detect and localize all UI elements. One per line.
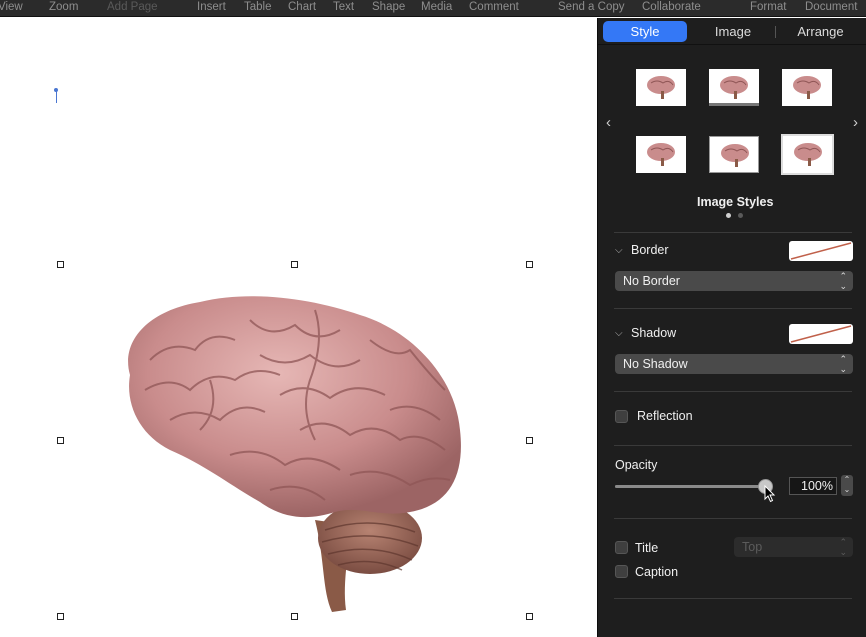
- resize-handle-top-right[interactable]: [526, 261, 533, 268]
- chevron-right-icon[interactable]: ›: [853, 114, 858, 131]
- title-position-popup[interactable]: Top ⌃ ⌄: [734, 537, 853, 557]
- divider: [614, 391, 852, 392]
- border-style-value: No Border: [623, 274, 680, 288]
- title-checkbox[interactable]: [615, 541, 628, 554]
- shadow-label[interactable]: Shadow: [631, 326, 676, 340]
- tab-divider: [598, 44, 866, 45]
- chevron-left-icon[interactable]: ‹: [606, 114, 611, 131]
- toolbar-document[interactable]: Document: [805, 1, 857, 13]
- toolbar-media[interactable]: Media: [421, 1, 452, 13]
- tab-style[interactable]: Style: [603, 21, 687, 42]
- toolbar-format[interactable]: Format: [750, 1, 786, 13]
- resize-handle-top[interactable]: [291, 261, 298, 268]
- reflection-checkbox[interactable]: [615, 410, 628, 423]
- chevron-down-icon[interactable]: ⌵: [615, 328, 623, 339]
- resize-handle-bottom-left[interactable]: [57, 613, 64, 620]
- title-label[interactable]: Title: [635, 541, 658, 555]
- border-label[interactable]: Border: [631, 243, 669, 257]
- tab-arrange[interactable]: Arrange: [779, 21, 862, 42]
- toolbar-shape[interactable]: Shape: [372, 1, 405, 13]
- resize-handle-left[interactable]: [57, 437, 64, 444]
- updown-chevron-icon: ⌃ ⌄: [839, 537, 847, 557]
- toolbar-comment[interactable]: Comment: [469, 1, 519, 13]
- image-style-4[interactable]: [636, 136, 686, 173]
- shadow-color-swatch[interactable]: [789, 324, 853, 344]
- brain-image[interactable]: [110, 280, 470, 620]
- tab-image[interactable]: Image: [691, 21, 775, 42]
- toolbar-insert[interactable]: Insert: [197, 1, 226, 13]
- divider: [614, 308, 852, 309]
- opacity-value-field[interactable]: 100%: [789, 477, 837, 495]
- opacity-stepper[interactable]: ⌃ ⌄: [841, 475, 853, 496]
- toolbar-send-a-copy[interactable]: Send a Copy: [558, 1, 625, 13]
- text-insertion-cursor: [54, 88, 58, 103]
- image-style-1[interactable]: [636, 69, 686, 106]
- resize-handle-top-left[interactable]: [57, 261, 64, 268]
- page-dot-1[interactable]: [726, 213, 731, 218]
- border-style-popup[interactable]: No Border ⌃ ⌄: [615, 271, 853, 291]
- document-canvas[interactable]: [0, 18, 597, 637]
- caption-label[interactable]: Caption: [635, 565, 678, 579]
- opacity-slider[interactable]: [615, 485, 765, 488]
- reflection-label[interactable]: Reflection: [637, 409, 693, 423]
- toolbar-add-page[interactable]: Add Page: [107, 1, 158, 13]
- divider: [614, 598, 852, 599]
- shadow-style-value: No Shadow: [623, 357, 688, 371]
- page-dot-2[interactable]: [738, 213, 743, 218]
- title-position-value: Top: [742, 540, 763, 554]
- toolbar-text[interactable]: Text: [333, 1, 354, 13]
- updown-chevron-icon: ⌃ ⌄: [839, 354, 847, 374]
- image-style-2[interactable]: [709, 69, 759, 106]
- resize-handle-bottom-right[interactable]: [526, 613, 533, 620]
- image-style-6[interactable]: [781, 134, 834, 175]
- toolbar-view[interactable]: View: [0, 1, 23, 13]
- format-inspector: Style Image Arrange ‹ › Image Styles ⌵ B…: [597, 18, 866, 637]
- toolbar-zoom[interactable]: Zoom: [49, 1, 78, 13]
- updown-chevron-icon: ⌃ ⌄: [839, 271, 847, 291]
- opacity-label: Opacity: [615, 458, 658, 472]
- border-color-swatch[interactable]: [789, 241, 853, 261]
- divider: [614, 518, 852, 519]
- image-style-3[interactable]: [782, 69, 832, 106]
- toolbar-collaborate[interactable]: Collaborate: [642, 1, 701, 13]
- resize-handle-right[interactable]: [526, 437, 533, 444]
- image-style-5[interactable]: [709, 136, 759, 173]
- toolbar-table[interactable]: Table: [244, 1, 272, 13]
- image-styles-label: Image Styles: [697, 195, 774, 209]
- inspector-tabs: Style Image Arrange: [603, 21, 862, 43]
- caption-checkbox[interactable]: [615, 565, 628, 578]
- shadow-style-popup[interactable]: No Shadow ⌃ ⌄: [615, 354, 853, 374]
- chevron-down-icon[interactable]: ⌵: [615, 245, 623, 256]
- divider: [614, 445, 852, 446]
- tab-separator: [775, 26, 776, 38]
- toolbar-chart[interactable]: Chart: [288, 1, 316, 13]
- toolbar: View Zoom Add Page Insert Table Chart Te…: [0, 0, 866, 17]
- mouse-pointer-icon: [764, 485, 776, 503]
- divider: [614, 232, 852, 233]
- opacity-slider-fill: [615, 485, 765, 488]
